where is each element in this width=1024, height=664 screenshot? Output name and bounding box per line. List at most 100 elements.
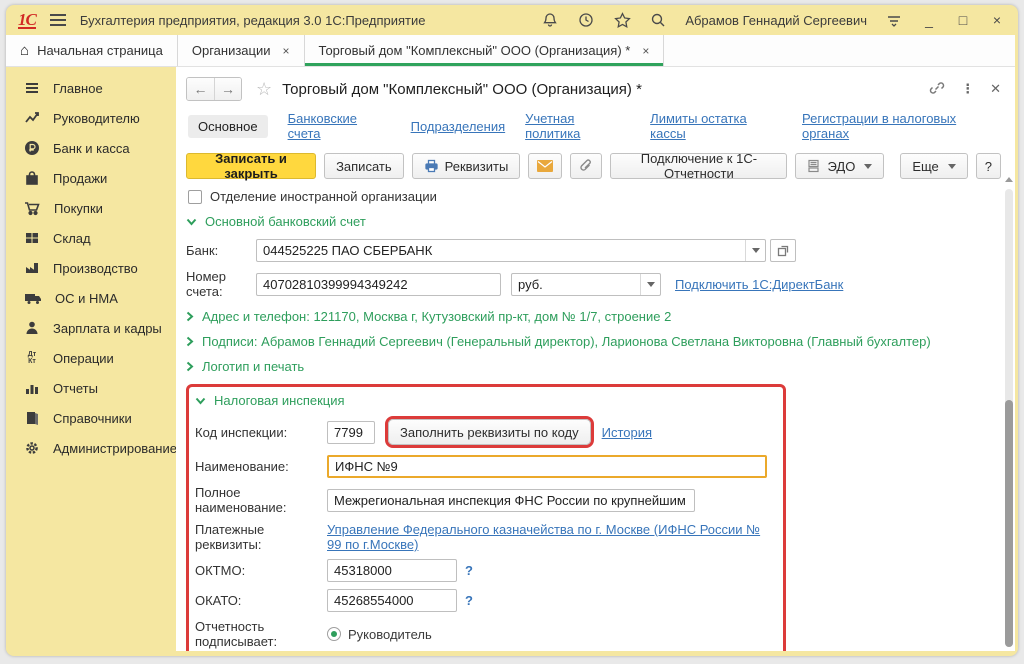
name-label: Наименование:	[195, 459, 327, 474]
help-button[interactable]: ?	[976, 153, 1001, 179]
sidebar-item-salary-hr[interactable]: Зарплата и кадры	[6, 313, 176, 343]
inspection-code-input[interactable]	[327, 421, 375, 444]
tab-organization-card[interactable]: Торговый дом "Комплексный" ООО (Организа…	[305, 35, 665, 66]
get-link-icon[interactable]	[929, 80, 945, 99]
oktmo-help-icon[interactable]: ?	[465, 563, 473, 578]
sidebar-item-warehouse[interactable]: Склад	[6, 223, 176, 253]
signer-row-1: Отчетность подписывает: Руководитель	[195, 619, 773, 649]
sidebar-item-main[interactable]: Главное	[6, 73, 176, 103]
section-address-phone[interactable]: Адрес и телефон: 121170, Москва г, Кутуз…	[186, 309, 1001, 324]
sidebar-item-purchases[interactable]: Покупки	[6, 193, 176, 223]
save-close-button[interactable]: Записать и закрыть	[186, 153, 316, 179]
current-user[interactable]: Абрамов Геннадий Сергеевич	[685, 13, 867, 28]
more-button[interactable]: Еще	[900, 153, 967, 179]
nav-tax-registrations[interactable]: Регистрации в налоговых органах	[802, 111, 1001, 141]
chevron-down-icon[interactable]	[640, 274, 660, 295]
chevron-right-icon	[186, 336, 194, 347]
okato-label: ОКАТО:	[195, 593, 327, 608]
sidebar-item-bank-cash[interactable]: Банк и касса	[6, 133, 176, 163]
dtkt-icon: ДтКт	[24, 351, 40, 365]
section-logo-stamp[interactable]: Логотип и печать	[186, 359, 1001, 374]
sidebar-item-manager[interactable]: Руководителю	[6, 103, 176, 133]
payment-requisites-link[interactable]: Управление Федерального казначейства по …	[327, 522, 773, 552]
main-menu-icon[interactable]	[50, 11, 66, 29]
nav-main[interactable]: Основное	[188, 115, 268, 138]
more-menu-icon[interactable]: ⋮	[961, 81, 974, 97]
bank-combobox[interactable]: 044525225 ПАО СБЕРБАНК	[256, 239, 766, 262]
sidebar-item-label: ОС и НМА	[55, 291, 118, 306]
sidebar-item-production[interactable]: Производство	[6, 253, 176, 283]
tab-organizations[interactable]: Организации ×	[178, 35, 305, 66]
nav-cash-limits[interactable]: Лимиты остатка кассы	[650, 111, 782, 141]
save-button[interactable]: Записать	[324, 153, 404, 179]
app-window: 1С Бухгалтерия предприятия, редакция 3.0…	[6, 5, 1018, 656]
fill-requisites-button[interactable]: Заполнить реквизиты по коду	[388, 419, 591, 445]
section-title: Логотип и печать	[202, 359, 304, 374]
title-bar: 1С Бухгалтерия предприятия, редакция 3.0…	[6, 5, 1015, 35]
favorites-star-icon[interactable]	[613, 11, 631, 29]
envelope-icon	[537, 160, 553, 172]
notifications-bell-icon[interactable]	[541, 11, 559, 29]
inspection-name-input[interactable]	[327, 455, 767, 478]
form-toolbar: Записать и закрыть Записать Реквизиты По…	[186, 153, 1001, 179]
edo-button[interactable]: ЭДО	[795, 153, 884, 179]
foreign-org-checkbox[interactable]	[188, 190, 202, 204]
sidebar-item-fixed-assets[interactable]: ОС и НМА	[6, 283, 176, 313]
scroll-up-icon[interactable]	[1005, 177, 1013, 182]
nav-accounting-policy[interactable]: Учетная политика	[525, 111, 630, 141]
currency-combobox[interactable]: руб.	[511, 273, 661, 296]
printer-icon	[424, 159, 439, 173]
chevron-down-icon	[864, 164, 872, 169]
favorite-star-icon[interactable]: ☆	[256, 79, 272, 100]
paperclip-icon	[579, 159, 593, 173]
close-window-button[interactable]: ×	[989, 12, 1005, 28]
tax-inspection-annotation: Налоговая инспекция Код инспекции: Запол…	[186, 384, 786, 651]
requisites-button[interactable]: Реквизиты	[412, 153, 521, 179]
scrollbar-track[interactable]	[1005, 189, 1013, 647]
form-title: Торговый дом "Комплексный" ООО (Организа…	[282, 81, 642, 98]
tab-close-icon[interactable]: ×	[642, 44, 649, 58]
back-button[interactable]: ←	[187, 78, 214, 100]
sidebar-item-label: Руководителю	[53, 111, 140, 126]
sidebar-item-administration[interactable]: Администрирование	[6, 433, 176, 463]
section-main-bank-account[interactable]: Основной банковский счет	[186, 214, 1001, 229]
sidebar-item-label: Склад	[53, 231, 91, 246]
search-icon[interactable]	[649, 11, 667, 29]
open-bank-button[interactable]	[770, 239, 796, 262]
close-form-icon[interactable]: ✕	[990, 81, 1001, 97]
send-email-button[interactable]	[528, 153, 562, 179]
nav-bank-accounts[interactable]: Банковские счета	[288, 111, 391, 141]
maximize-button[interactable]: □	[955, 12, 971, 28]
vertical-scrollbar[interactable]	[1005, 177, 1013, 647]
forward-button[interactable]: →	[214, 78, 241, 100]
account-number-row: Номер счета: руб. Подключить 1С:ДиректБа…	[186, 269, 1001, 299]
chevron-down-icon[interactable]	[745, 240, 765, 261]
sidebar-item-operations[interactable]: ДтКт Операции	[6, 343, 176, 373]
history-link[interactable]: История	[602, 425, 652, 440]
sidebar-item-label: Банк и касса	[53, 141, 130, 156]
sidebar-item-directories[interactable]: Справочники	[6, 403, 176, 433]
sidebar-item-reports[interactable]: Отчеты	[6, 373, 176, 403]
inspection-full-name-input[interactable]	[327, 489, 695, 512]
tab-home[interactable]: ⌂ Начальная страница	[6, 35, 178, 66]
attachments-button[interactable]	[570, 153, 602, 179]
section-signatures[interactable]: Подписи: Абрамов Геннадий Сергеевич (Ген…	[186, 334, 1001, 349]
okato-help-icon[interactable]: ?	[465, 593, 473, 608]
sidebar-item-sales[interactable]: Продажи	[6, 163, 176, 193]
tab-close-icon[interactable]: ×	[283, 44, 290, 58]
account-number-input[interactable]	[256, 273, 501, 296]
connect-1c-reporting-button[interactable]: Подключение к 1С-Отчетности	[610, 153, 787, 179]
sidebar-item-label: Отчеты	[53, 381, 98, 396]
section-tax-inspection[interactable]: Налоговая инспекция	[195, 393, 773, 408]
minimize-button[interactable]: _	[921, 12, 937, 28]
form-nav: Основное Банковские счета Подразделения …	[188, 111, 1001, 141]
scrollbar-thumb[interactable]	[1005, 400, 1013, 647]
okato-input[interactable]	[327, 589, 457, 612]
service-menu-icon[interactable]	[885, 11, 903, 29]
radio-director[interactable]	[327, 627, 341, 641]
history-nav-buttons: ← →	[186, 77, 242, 101]
nav-departments[interactable]: Подразделения	[411, 119, 506, 134]
oktmo-input[interactable]	[327, 559, 457, 582]
directbank-link[interactable]: Подключить 1С:ДиректБанк	[675, 277, 843, 292]
history-icon[interactable]	[577, 11, 595, 29]
